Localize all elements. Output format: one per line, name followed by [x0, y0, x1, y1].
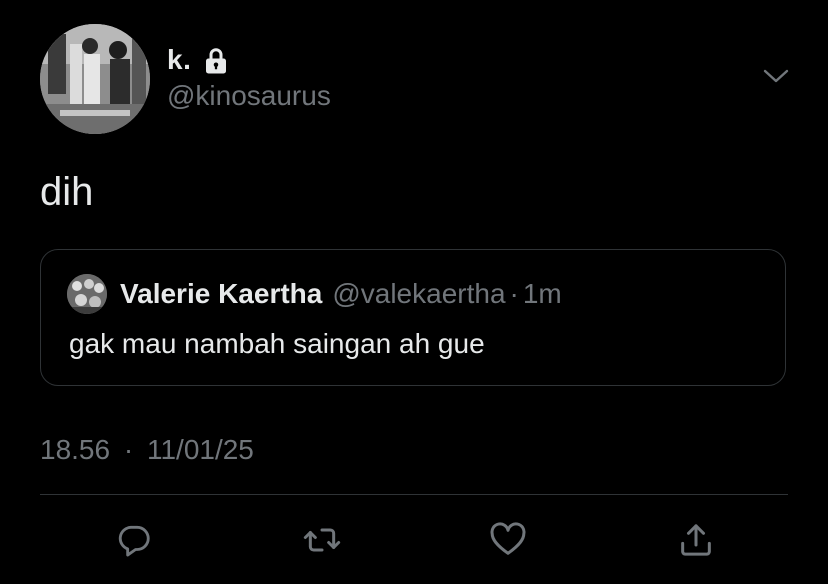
- retweet-icon: [303, 528, 341, 552]
- tweet-date: 11/01/25: [146, 434, 254, 465]
- lock-icon: [201, 46, 231, 76]
- quoted-author-avatar[interactable]: [67, 274, 107, 314]
- quoted-author-handle[interactable]: @valekaertha: [332, 278, 505, 310]
- quoted-tweet-text: gak mau nambah saingan ah gue: [69, 328, 485, 359]
- quoted-tweet-header: Valerie Kaertha @valekaertha · 1m: [67, 274, 562, 314]
- avatar-photo: [40, 24, 150, 134]
- heart-icon: [490, 522, 526, 555]
- tweet-time: 18.56: [40, 434, 111, 465]
- like-button[interactable]: [488, 520, 528, 560]
- author-avatar[interactable]: [40, 24, 150, 134]
- quoted-tweet-age: 1m: [522, 278, 562, 309]
- share-button[interactable]: [676, 520, 716, 560]
- share-icon: [681, 524, 711, 556]
- tweet-text: dih: [40, 170, 94, 214]
- reply-button[interactable]: [114, 520, 154, 560]
- quoted-separator: ·: [509, 278, 519, 309]
- quoted-tweet-card[interactable]: Valerie Kaertha @valekaertha · 1m gak ma…: [40, 249, 786, 386]
- retweet-button[interactable]: [302, 520, 342, 560]
- chevron-down-icon[interactable]: [762, 66, 790, 86]
- author-name-row: k.: [167, 40, 231, 80]
- author-handle[interactable]: @kinosaurus: [167, 80, 331, 112]
- quoted-author-name[interactable]: Valerie Kaertha: [120, 278, 322, 310]
- author-display-name[interactable]: k.: [167, 44, 191, 76]
- tweet-timestamp[interactable]: 18.56 · 11/01/25: [40, 434, 254, 466]
- reply-icon: [118, 525, 150, 557]
- divider: [40, 494, 788, 495]
- timestamp-separator: ·: [123, 434, 134, 465]
